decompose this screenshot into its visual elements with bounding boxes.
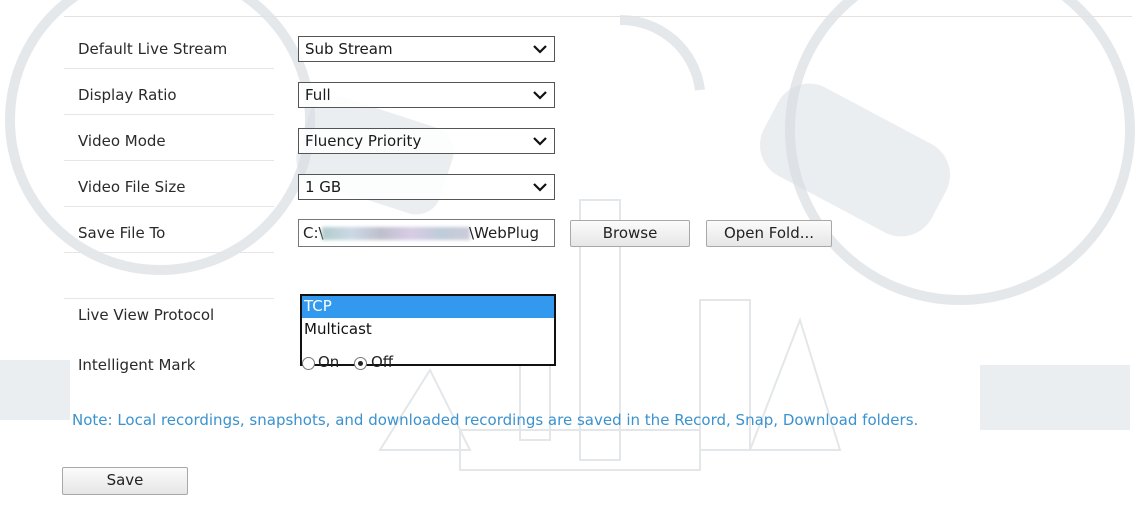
display-ratio-value: Full [305, 86, 331, 104]
dropdown-option-tcp[interactable]: TCP [302, 296, 554, 318]
local-settings-panel: Default Live Stream Sub Stream Display R… [62, 16, 1132, 436]
intelligent-mark-off-label: Off [371, 353, 394, 371]
intelligent-mark-on-label: On [318, 353, 340, 371]
note-text: Note: Local recordings, snapshots, and d… [72, 411, 919, 429]
live-view-protocol-label: Live View Protocol [78, 306, 215, 324]
video-file-size-label: Video File Size [78, 178, 186, 196]
intelligent-mark-label: Intelligent Mark [78, 356, 196, 374]
chevron-down-icon [533, 91, 547, 100]
video-file-size-value: 1 GB [305, 178, 342, 196]
chevron-down-icon [533, 45, 547, 54]
save-button[interactable]: Save [62, 467, 188, 495]
save-file-to-label: Save File To [78, 224, 166, 242]
video-file-size-select[interactable]: 1 GB [298, 174, 555, 200]
dropdown-option-multicast[interactable]: Multicast [302, 319, 554, 341]
default-live-stream-label: Default Live Stream [78, 40, 228, 58]
open-folder-button[interactable]: Open Fold... [706, 220, 832, 247]
default-live-stream-value: Sub Stream [305, 40, 393, 58]
video-mode-value: Fluency Priority [305, 132, 422, 150]
save-path-suffix: \WebPlug [469, 224, 539, 242]
default-live-stream-select[interactable]: Sub Stream [298, 36, 555, 62]
divider [64, 16, 1132, 17]
divider [64, 160, 274, 161]
divider [64, 206, 274, 207]
save-path-prefix: C:\ [303, 224, 324, 242]
save-path-field[interactable]: C:\ \WebPlug [298, 219, 555, 247]
redacted-path-segment [322, 227, 470, 240]
divider [64, 298, 274, 299]
chevron-down-icon [533, 137, 547, 146]
intelligent-mark-on-radio[interactable] [302, 357, 315, 370]
divider [64, 68, 274, 69]
video-mode-select[interactable]: Fluency Priority [298, 128, 555, 154]
video-mode-label: Video Mode [78, 132, 166, 150]
display-ratio-label: Display Ratio [78, 86, 177, 104]
display-ratio-select[interactable]: Full [298, 82, 555, 108]
divider [64, 252, 274, 253]
browse-button[interactable]: Browse [570, 220, 690, 247]
chevron-down-icon [533, 183, 547, 192]
divider [64, 114, 274, 115]
intelligent-mark-off-radio[interactable] [354, 357, 367, 370]
